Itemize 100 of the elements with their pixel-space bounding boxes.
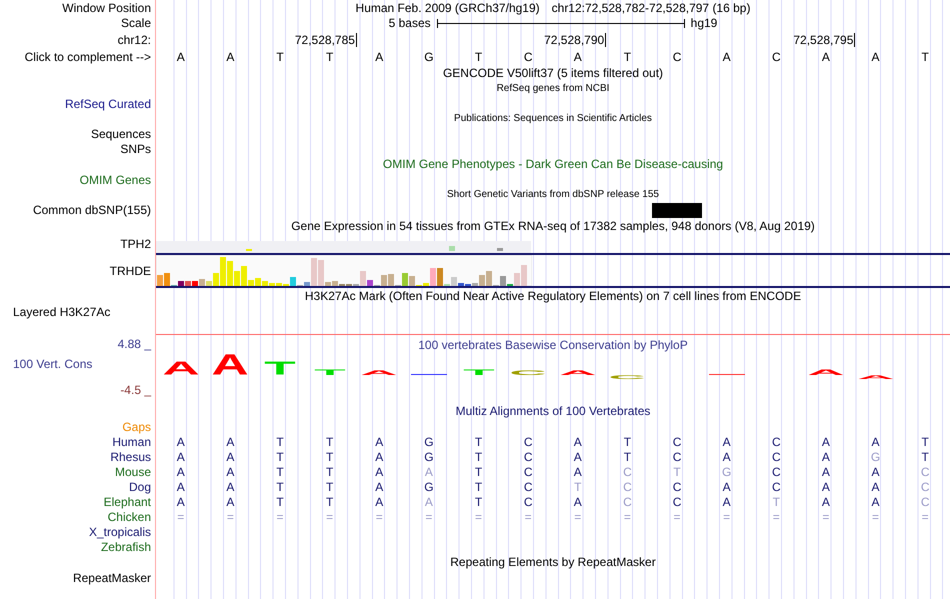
track-title: GENCODE V50lift37 (5 items filtered out) (442, 66, 664, 80)
aligned-base: C (772, 450, 781, 464)
complement-label: Click to complement --> (24, 48, 152, 65)
aligned-base: = (674, 510, 681, 524)
aligned-base: A (822, 494, 830, 508)
species-label[interactable]: Mouse (114, 464, 151, 478)
track-title: Short Genetic Variants from dbSNP release 155 (447, 189, 659, 200)
aligned-base: T (276, 434, 284, 448)
aligned-base: C (920, 494, 930, 508)
aligned-base: = (872, 510, 880, 524)
base-letter[interactable]: A (822, 50, 830, 64)
aligned-base: A (226, 494, 234, 508)
base-letter[interactable]: A (574, 50, 582, 64)
aligned-base: T (474, 434, 482, 448)
track-title: Multiz Alignments of 100 Vertebrates (456, 404, 650, 418)
base-letter[interactable]: A (176, 50, 185, 64)
logo-letter: A (212, 353, 248, 375)
aligned-base: = (425, 510, 432, 524)
base-letter[interactable]: A (872, 50, 880, 64)
base-letter[interactable]: A (375, 50, 384, 64)
base-letter[interactable]: T (922, 50, 929, 64)
aligned-base: A (226, 464, 234, 478)
track-title: Gene Expression in 54 tissues from GTEx RNA-seq of 17382 samples, 948 donors (V8, Aug 2019) (291, 219, 815, 233)
aligned-base: T (474, 494, 482, 508)
aligned-base: T (326, 450, 334, 464)
aligned-base: G (424, 434, 434, 448)
base-letter[interactable]: A (226, 50, 234, 64)
base-letter[interactable]: C (772, 50, 781, 64)
species-label[interactable]: Dog (128, 480, 151, 494)
aligned-base: A (574, 494, 582, 508)
aligned-base: = (376, 510, 383, 524)
aligned-base: G (870, 450, 880, 464)
aligned-base: A (226, 450, 234, 464)
aligned-base: = (822, 510, 830, 524)
base-letter[interactable]: G (424, 50, 434, 64)
species-label[interactable]: X_tropicalis (88, 524, 151, 538)
logo-letter: T (262, 361, 298, 375)
aligned-base: = (326, 510, 334, 524)
track-label[interactable]: 100 Vert. Cons (0, 357, 151, 383)
aligned-base: = (922, 510, 929, 524)
aligned-base: A (176, 450, 185, 464)
axis-max-label: 4.88 _ (116, 337, 151, 353)
species-label[interactable]: Rhesus (110, 450, 151, 464)
aligned-base: A (872, 464, 880, 478)
aligned-base: C (672, 494, 682, 508)
base-letter[interactable]: T (276, 50, 284, 64)
base-letter[interactable]: T (326, 50, 334, 64)
track-label[interactable]: RepeatMasker (72, 570, 151, 584)
logo-letter: T (312, 369, 348, 375)
gene-label[interactable]: TRHDE (110, 264, 151, 278)
aligned-base: A (574, 434, 582, 448)
base-letter[interactable]: T (624, 50, 632, 64)
aligned-base: T (276, 450, 284, 464)
aligned-base: A (375, 494, 384, 508)
aligned-base: = (226, 510, 234, 524)
base-letter[interactable]: T (474, 50, 482, 64)
track-label[interactable]: Sequences (90, 126, 151, 140)
aligned-base: C (524, 450, 533, 464)
base-letter[interactable]: A (722, 50, 731, 64)
track-label[interactable]: SNPs (120, 142, 151, 156)
track-label[interactable]: OMIM Genes (80, 172, 151, 186)
base-letter[interactable]: C (672, 50, 682, 64)
track-title: Repeating Elements by RepeatMasker (450, 555, 656, 569)
aligned-base: = (177, 510, 184, 524)
aligned-base: A (822, 480, 830, 494)
aligned-base: T (922, 450, 929, 464)
aligned-base: A (722, 494, 731, 508)
aligned-base: C (524, 480, 533, 494)
base-letter[interactable]: C (524, 50, 533, 64)
aligned-base: C (772, 464, 781, 478)
track-label[interactable]: Layered H3K27Ac (13, 305, 110, 319)
variant-mark[interactable] (652, 202, 702, 218)
aligned-base: A (872, 494, 880, 508)
species-label[interactable]: Elephant (104, 494, 151, 508)
aligned-base: C (920, 464, 930, 478)
aligned-base: G (424, 480, 434, 494)
species-label[interactable]: Zebrafish (100, 540, 151, 554)
aligned-base: A (722, 434, 731, 448)
species-label[interactable]: Human (112, 434, 151, 448)
aligned-base: T (624, 450, 632, 464)
aligned-base: A (176, 494, 185, 508)
aligned-base: = (723, 510, 730, 524)
track-label[interactable]: Common dbSNP(155) (32, 203, 151, 217)
species-label[interactable]: Chicken (108, 510, 151, 524)
gene-label[interactable]: TPH2 (120, 236, 151, 250)
track-title: 100 vertebrates Basewise Conservation by PhyloP (418, 338, 688, 352)
aligned-base: T (624, 434, 632, 448)
track-label[interactable]: RefSeq Curated (64, 96, 151, 110)
aligned-base: A (872, 434, 880, 448)
aligned-base: A (574, 450, 582, 464)
aligned-base: A (176, 480, 185, 494)
aligned-base: C (623, 494, 632, 508)
aligned-base: A (722, 480, 731, 494)
aligned-base: A (574, 464, 582, 478)
aligned-base: = (276, 510, 284, 524)
logo-letter: T (460, 369, 497, 375)
aligned-base: G (722, 464, 732, 478)
aligned-base: T (326, 480, 334, 494)
aligned-base: C (524, 464, 533, 478)
track-title: Publications: Sequences in Scientific Articles (454, 113, 652, 124)
